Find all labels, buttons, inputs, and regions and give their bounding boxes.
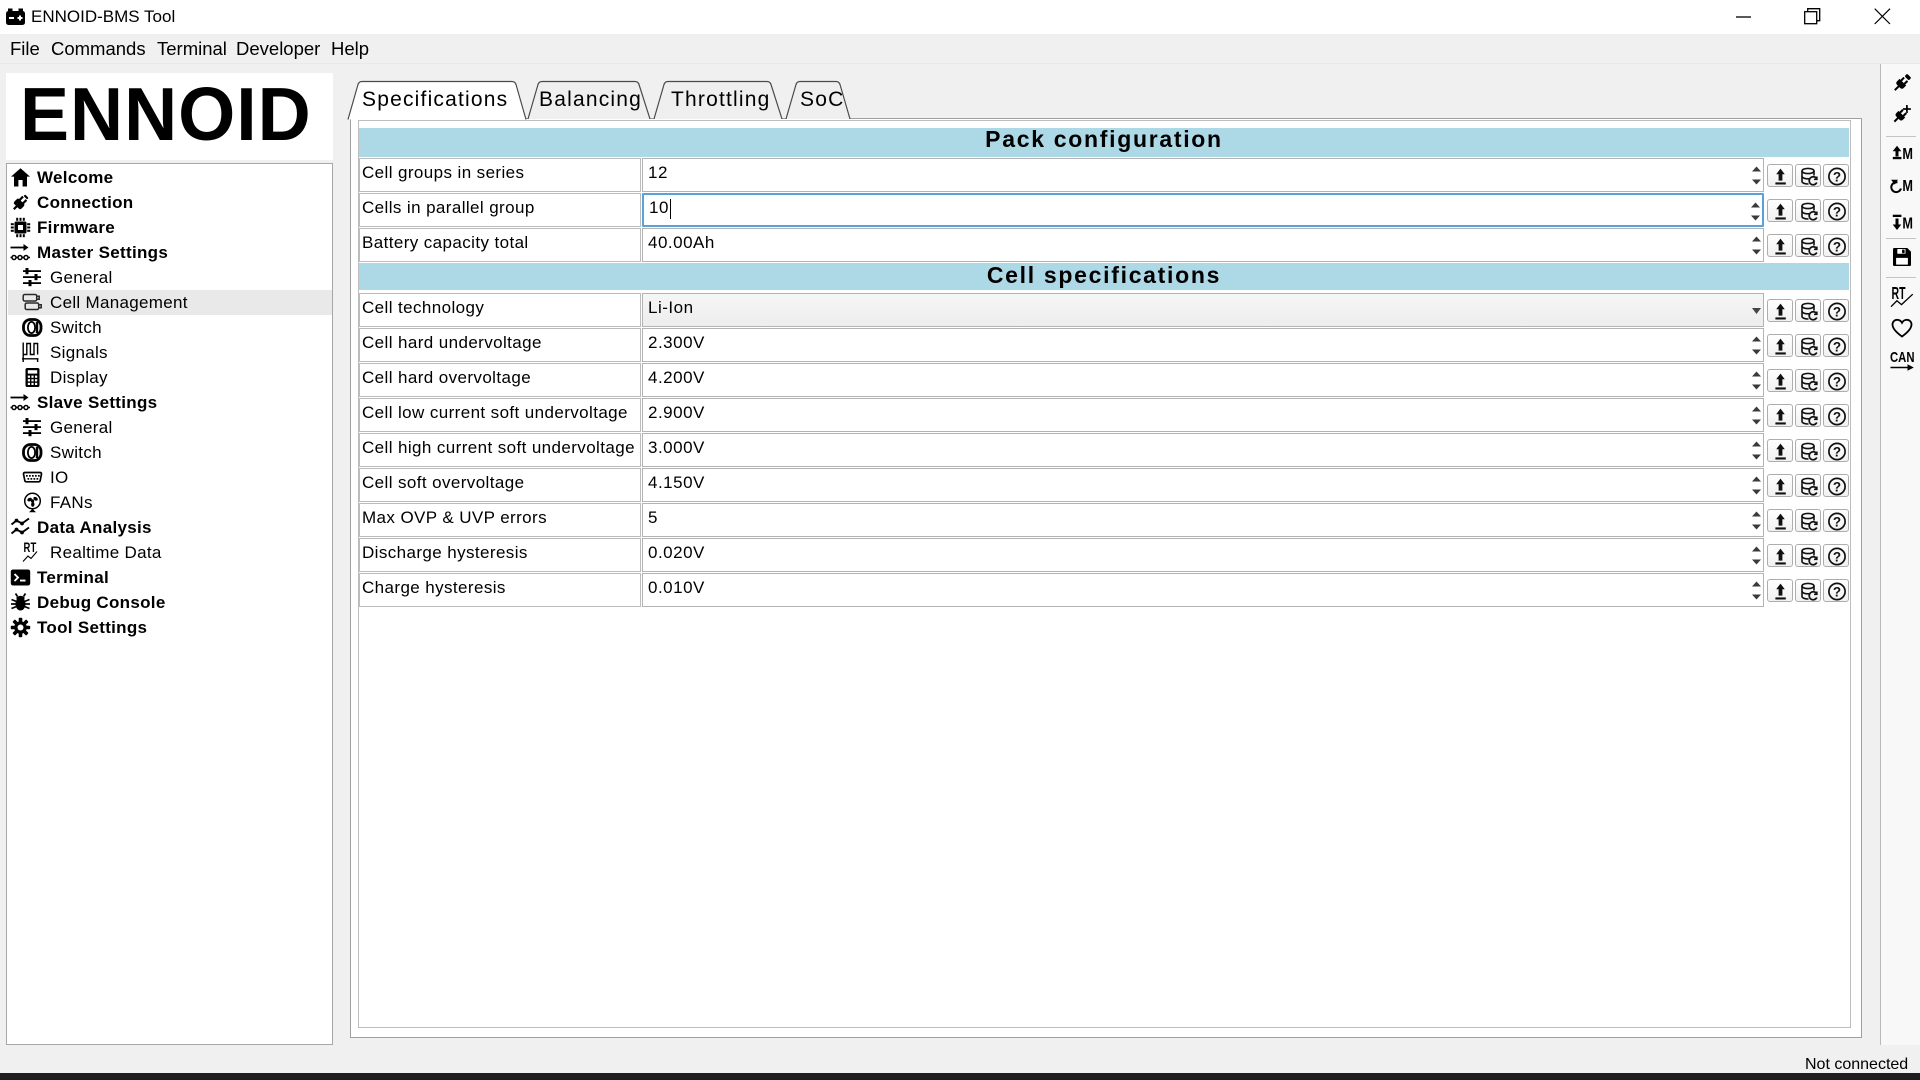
svg-text:RT: RT bbox=[24, 542, 37, 555]
svg-text:?: ? bbox=[1833, 169, 1841, 184]
svg-text:CAN: CAN bbox=[1890, 349, 1914, 366]
svg-text:?: ? bbox=[1833, 444, 1841, 459]
svg-text:M: M bbox=[1902, 146, 1913, 163]
svg-text:?: ? bbox=[1833, 514, 1841, 529]
svg-text:?: ? bbox=[1833, 204, 1841, 219]
svg-text:?: ? bbox=[1833, 239, 1841, 254]
svg-text:?: ? bbox=[1833, 304, 1841, 319]
svg-text:?: ? bbox=[1833, 549, 1841, 564]
svg-text:?: ? bbox=[1833, 339, 1841, 354]
svg-text:?: ? bbox=[1833, 584, 1841, 599]
svg-text:?: ? bbox=[1833, 374, 1841, 389]
svg-text:RT: RT bbox=[1892, 285, 1906, 304]
svg-text:?: ? bbox=[1833, 479, 1841, 494]
svg-text:M: M bbox=[1902, 215, 1913, 232]
svg-text:M: M bbox=[1902, 178, 1913, 195]
svg-text:?: ? bbox=[1833, 409, 1841, 424]
